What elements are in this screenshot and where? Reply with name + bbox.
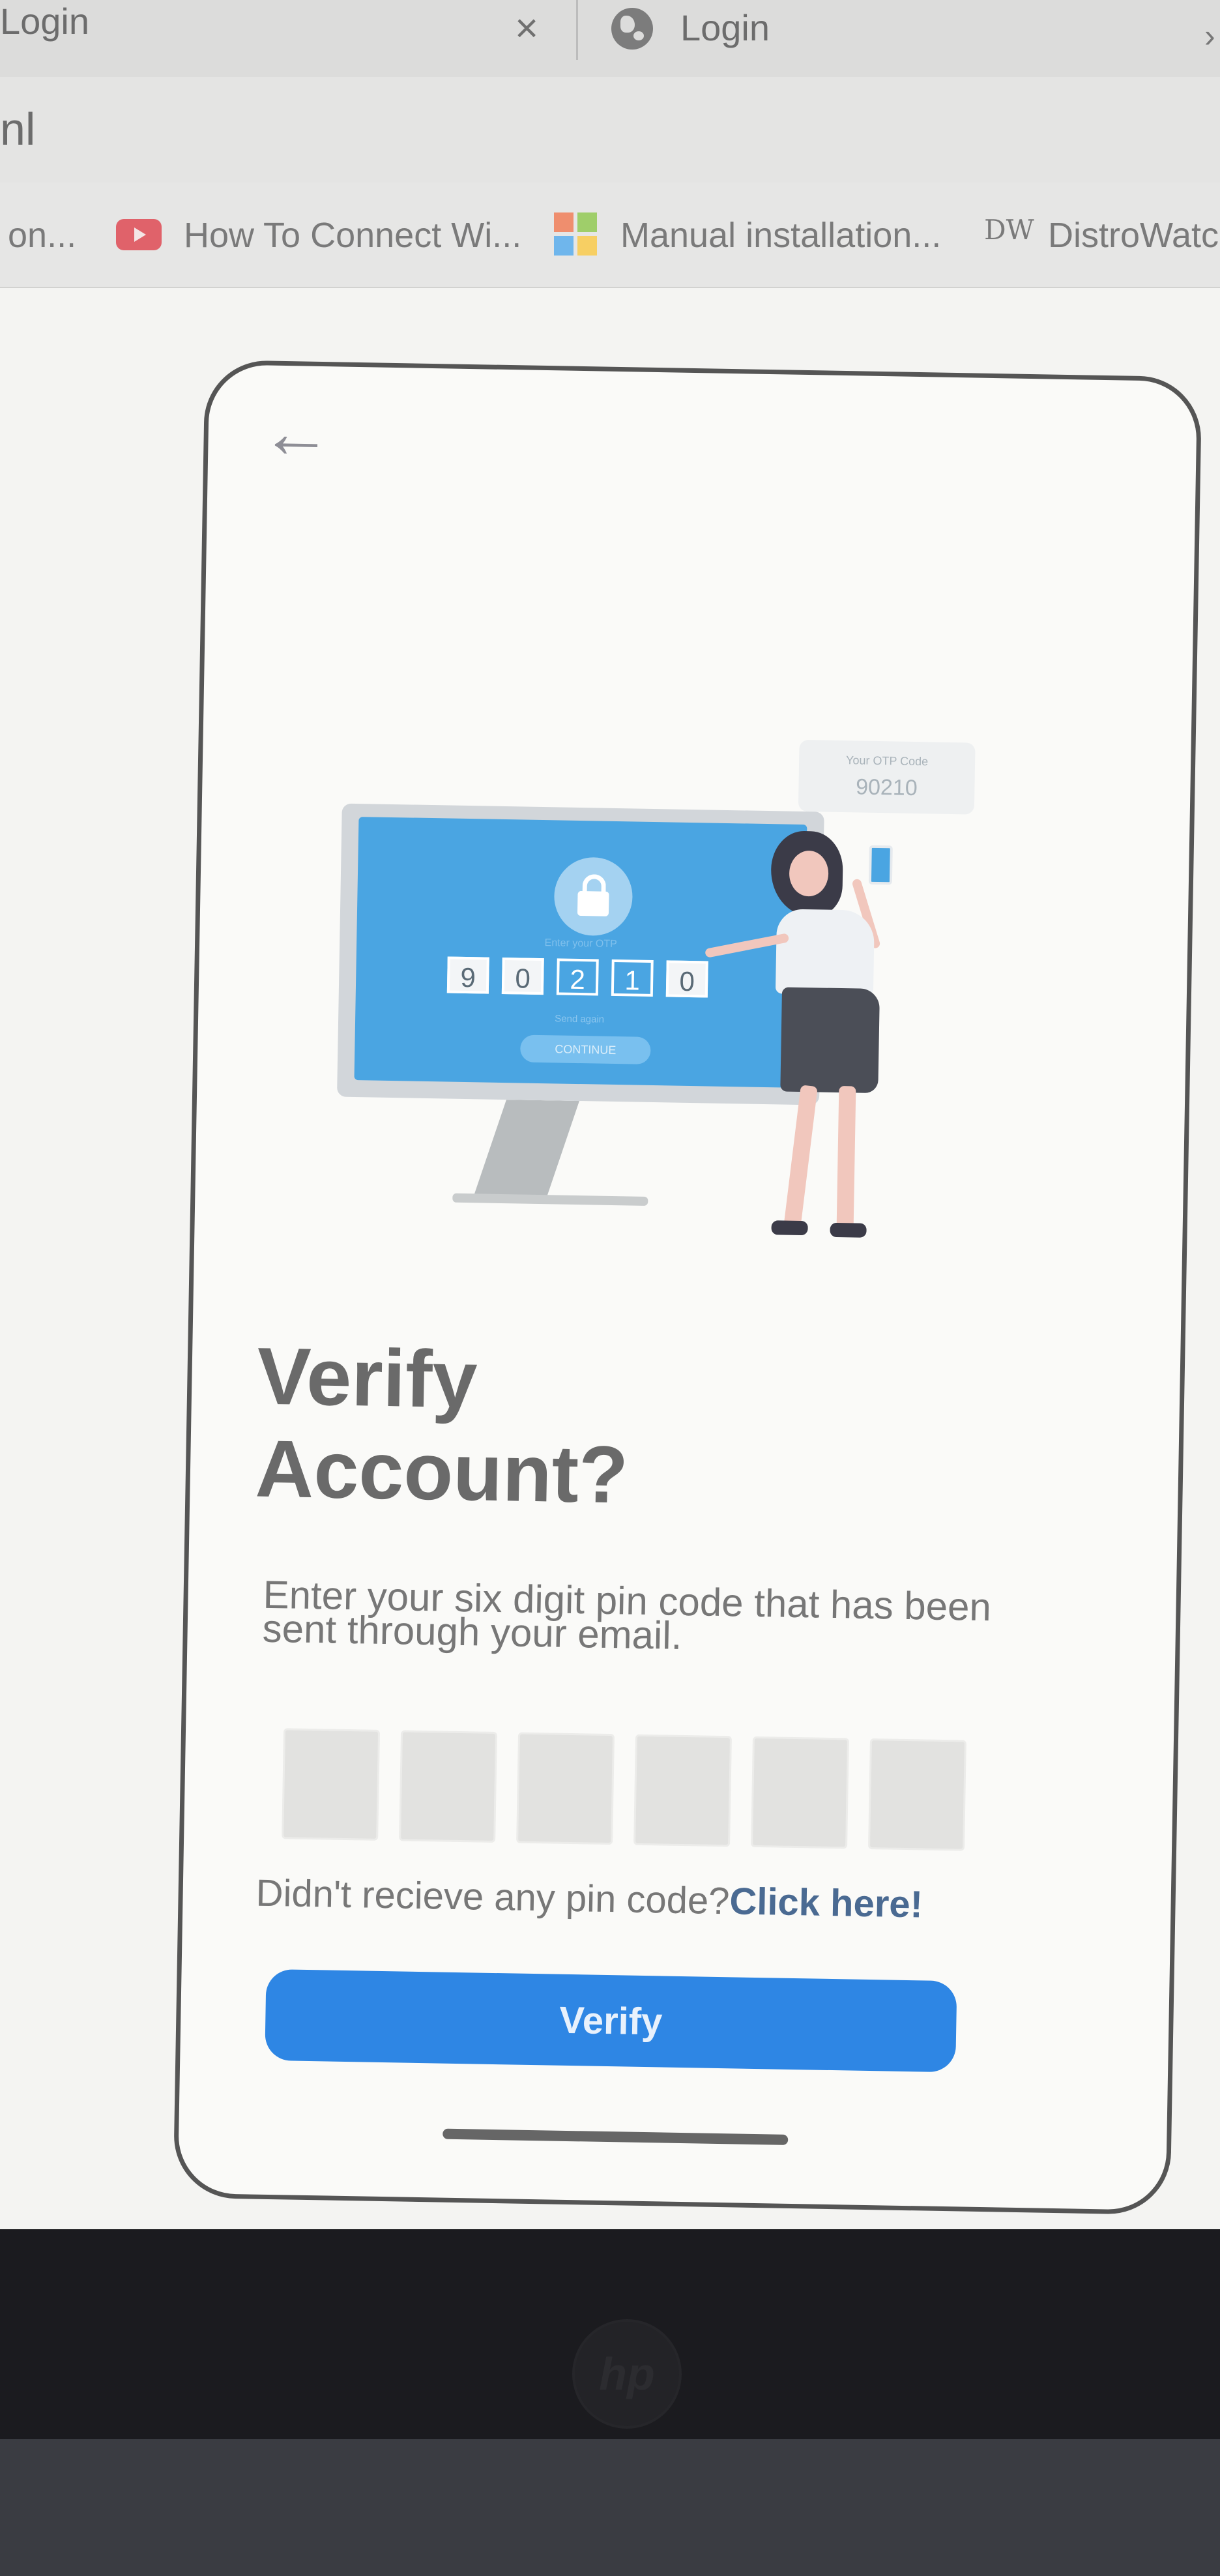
title-line-1: Verify: [256, 1331, 478, 1426]
pin-digit-input[interactable]: [751, 1736, 849, 1849]
pin-digit-input[interactable]: [516, 1732, 615, 1845]
laptop-bezel: hp: [0, 2229, 1220, 2439]
screen-continue-button: CONTINUE: [519, 1034, 651, 1064]
bookmark-item[interactable]: on...: [8, 215, 76, 256]
globe-icon: [611, 8, 653, 50]
verify-button[interactable]: Verify: [265, 1969, 957, 2073]
monitor-screen: Enter your OTP 9 0 2 1 0 Send again CONT…: [354, 817, 807, 1089]
bookmarks-bar: on... How To Connect Wi... Manual instal…: [0, 183, 1220, 288]
instruction-text: Enter your six digit pin code that has b…: [262, 1572, 992, 1658]
screen-digit: 0: [665, 960, 708, 998]
screen-digit: 9: [446, 956, 489, 994]
monitor-stand-base: [452, 1193, 648, 1206]
title-line-2: Account?: [254, 1424, 629, 1521]
resend-prompt: Didn't recieve any pin code?Click here!: [255, 1871, 923, 1927]
screen-digit: 1: [611, 959, 654, 997]
page-title: Verify Account?: [255, 1330, 975, 1528]
hp-logo: hp: [572, 2319, 682, 2429]
smartphone-icon: [868, 845, 893, 885]
screen-digit: 2: [556, 958, 599, 996]
screen-digit: 0: [501, 957, 544, 995]
lock-icon: [553, 856, 633, 937]
pin-digit-input[interactable]: [282, 1728, 381, 1841]
bookmark-item[interactable]: DistroWatc: [1048, 215, 1219, 256]
home-indicator: [443, 2128, 789, 2145]
pin-digit-input[interactable]: [867, 1738, 966, 1851]
phone-frame: ← Your OTP Code 90210 Enter your OTP 9 0…: [173, 359, 1202, 2216]
distrowatch-icon: DW: [984, 214, 1034, 246]
monitor-stand: [473, 1099, 579, 1199]
tab-login-2-title[interactable]: Login: [680, 7, 770, 49]
tab-close-icon[interactable]: ×: [515, 5, 538, 51]
laptop-body: [0, 2439, 1220, 2576]
resend-prompt-text: Didn't recieve any pin code?: [255, 1871, 730, 1923]
resend-link[interactable]: Click here!: [729, 1880, 923, 1925]
otp-bubble-value: 90210: [855, 774, 918, 801]
browser-tab-bar: Login × Login ›: [0, 0, 1220, 77]
tab-scroll-right-icon[interactable]: ›: [1204, 17, 1215, 55]
otp-bubble-caption: Your OTP Code: [845, 754, 929, 768]
monitor-graphic: Enter your OTP 9 0 2 1 0 Send again CONT…: [337, 803, 824, 1105]
bookmark-item[interactable]: How To Connect Wi...: [184, 215, 521, 256]
url-text[interactable]: nl: [0, 103, 35, 155]
woman-figure: [704, 830, 928, 1250]
pin-digit-input[interactable]: [633, 1734, 732, 1847]
tab-separator: [576, 0, 578, 60]
pin-digit-input[interactable]: [399, 1730, 498, 1843]
otp-code-bubble: Your OTP Code 90210: [798, 739, 976, 815]
youtube-icon: [116, 219, 162, 250]
tab-login-1-title[interactable]: Login: [0, 0, 89, 42]
otp-illustration: Your OTP Code 90210 Enter your OTP 9 0 2…: [334, 732, 995, 1251]
arrow-left-icon[interactable]: ←: [260, 392, 333, 473]
screen-send-again: Send again: [555, 1013, 605, 1025]
address-bar[interactable]: nl: [0, 77, 1220, 183]
bookmark-item[interactable]: Manual installation...: [620, 215, 941, 256]
microsoft-icon: [554, 212, 597, 256]
